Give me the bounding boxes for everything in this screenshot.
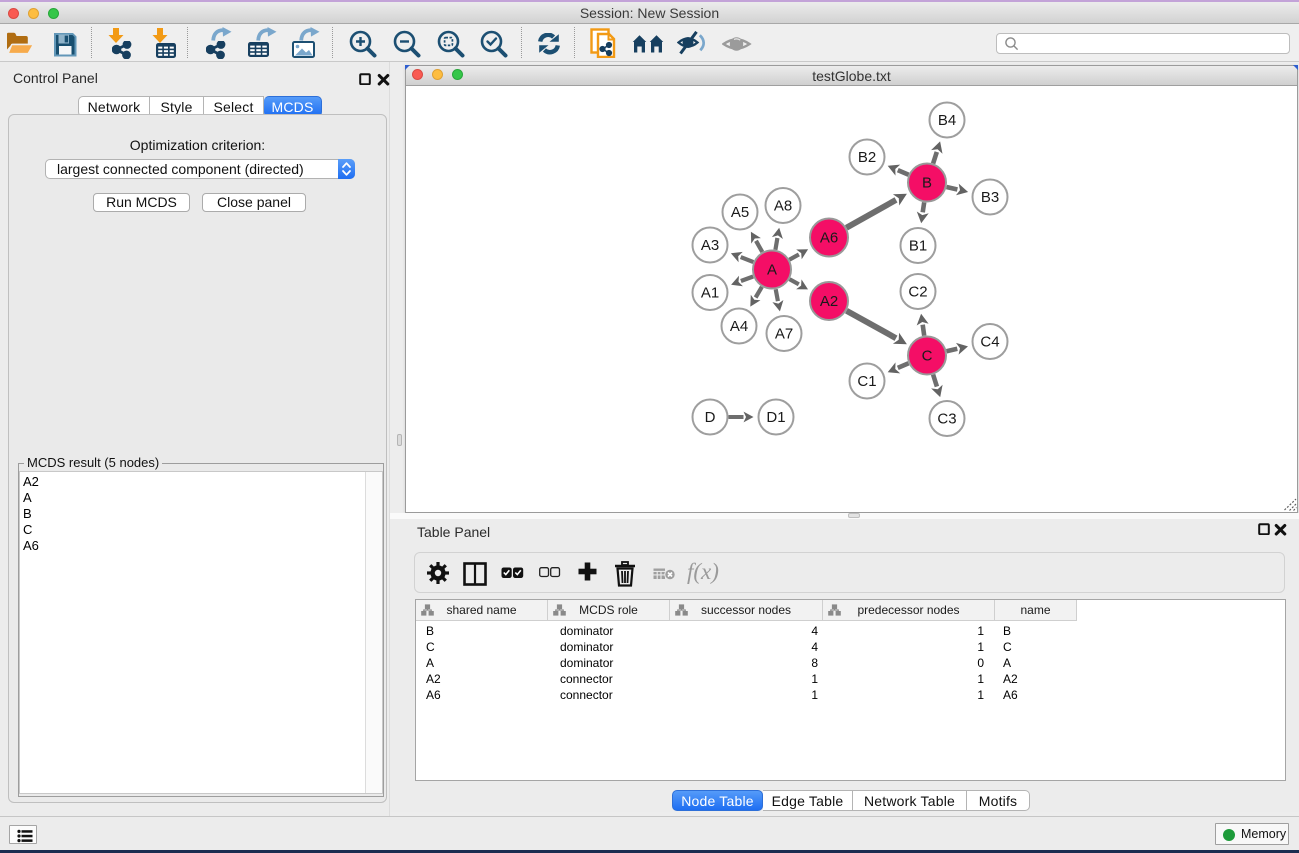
svg-text:C3: C3 bbox=[937, 411, 956, 428]
svg-text:A4: A4 bbox=[730, 318, 748, 335]
svg-text:C2: C2 bbox=[908, 284, 927, 301]
svg-text:A3: A3 bbox=[701, 237, 719, 254]
svg-text:B: B bbox=[922, 175, 932, 192]
svg-text:B1: B1 bbox=[909, 238, 927, 255]
svg-text:D1: D1 bbox=[766, 409, 785, 426]
svg-text:C: C bbox=[922, 348, 933, 365]
svg-text:B2: B2 bbox=[858, 149, 876, 166]
svg-text:A6: A6 bbox=[820, 230, 838, 247]
svg-text:D: D bbox=[705, 409, 716, 426]
svg-text:C1: C1 bbox=[857, 373, 876, 390]
svg-text:B3: B3 bbox=[981, 189, 999, 206]
svg-text:B4: B4 bbox=[938, 112, 956, 129]
svg-text:C4: C4 bbox=[980, 334, 999, 351]
svg-text:A7: A7 bbox=[775, 326, 793, 343]
svg-text:A8: A8 bbox=[774, 198, 792, 215]
svg-text:A5: A5 bbox=[731, 204, 749, 221]
svg-text:A1: A1 bbox=[701, 285, 719, 302]
svg-text:A: A bbox=[767, 262, 777, 279]
svg-text:A2: A2 bbox=[820, 293, 838, 310]
